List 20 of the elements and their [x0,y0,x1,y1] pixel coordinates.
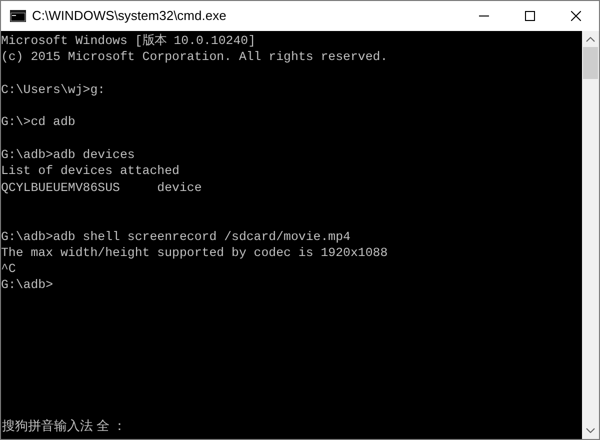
maximize-icon[interactable] [525,11,535,21]
console-line: List of devices attached [1,163,180,180]
console-line: The max width/height supported by codec is 1920x1088 [1,244,388,262]
console-line: G:\adb> [1,277,54,294]
console-line: (c) 2015 Microsoft Corporation. All rights reserved. [1,49,388,66]
scroll-up-icon[interactable] [586,37,595,42]
console-line: G:\adb>adb shell screenrecord /sdcard/movie.mp4 [1,228,350,245]
window-title: C:\WINDOWS\system32\cmd.exe [32,7,228,26]
scroll-thumb[interactable] [583,47,598,79]
ime-status: 搜狗拼音输入法 全 ： [2,416,126,434]
scroll-down-icon[interactable] [586,428,595,433]
console-line: QCYLBUEUEMV86SUS device [1,180,202,196]
console-line: ^C [1,261,16,278]
console-line: Microsoft Windows [版本 10.0.10240] [1,33,256,50]
console-line: G:\adb>adb devices [1,147,135,164]
console-line: C:\Users\wj>g: [1,82,106,98]
close-icon[interactable] [571,11,581,21]
scrollbar[interactable] [582,31,599,439]
console-icon [10,10,26,22]
console-line: G:\>cd adb [1,114,76,131]
